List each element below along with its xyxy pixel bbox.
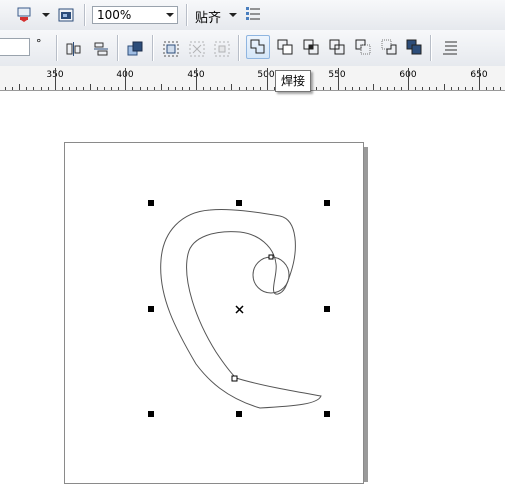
selection-handle-bottom-left[interactable] <box>148 411 154 417</box>
selection-handle-right[interactable] <box>324 306 330 312</box>
selection-handle-bottom[interactable] <box>236 411 242 417</box>
drawing-canvas <box>148 200 330 417</box>
selection-handle-left[interactable] <box>148 306 154 312</box>
tooltip-text: 焊接 <box>281 74 306 88</box>
selection-handle-bottom-right[interactable] <box>324 411 330 417</box>
node-handle[interactable] <box>231 375 238 382</box>
selection-handle-top-left[interactable] <box>148 200 154 206</box>
selection-handle-top-right[interactable] <box>324 200 330 206</box>
weld-tooltip: 焊接 <box>275 70 312 92</box>
circle-shape[interactable] <box>252 256 290 294</box>
node-handle[interactable] <box>268 254 274 260</box>
selection-handle-top[interactable] <box>236 200 242 206</box>
rotation-center-marker[interactable] <box>235 305 244 314</box>
